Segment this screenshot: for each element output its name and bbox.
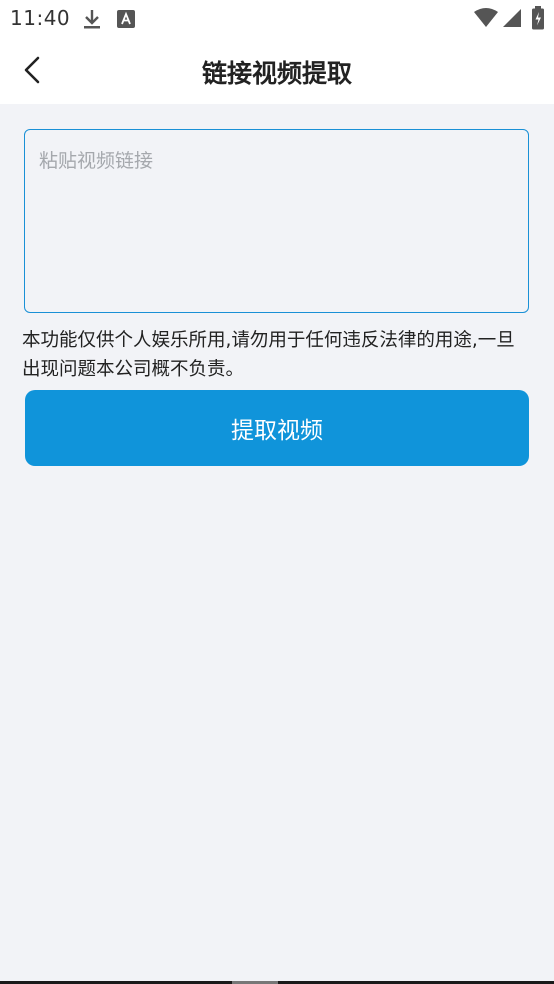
download-icon bbox=[82, 8, 102, 34]
screen: 11:40 链接视频提取 粘贴视频链接 本功能仅供个人娱乐所用,请勿用于任何违反… bbox=[0, 0, 554, 984]
extract-video-button[interactable]: 提取视频 bbox=[25, 390, 529, 466]
status-bar: 11:40 bbox=[0, 0, 554, 38]
cell-signal-icon bbox=[502, 8, 522, 32]
app-bar: 链接视频提取 bbox=[0, 38, 554, 104]
wifi-icon bbox=[474, 8, 498, 32]
font-a-icon bbox=[117, 10, 135, 32]
page-title: 链接视频提取 bbox=[201, 59, 352, 88]
video-link-input[interactable] bbox=[24, 129, 529, 313]
disclaimer-text: 本功能仅供个人娱乐所用,请勿用于任何违反法律的用途,一旦出现问题本公司概不负责。 bbox=[22, 330, 515, 380]
status-time: 11:40 bbox=[10, 6, 71, 30]
battery-icon bbox=[531, 6, 545, 34]
